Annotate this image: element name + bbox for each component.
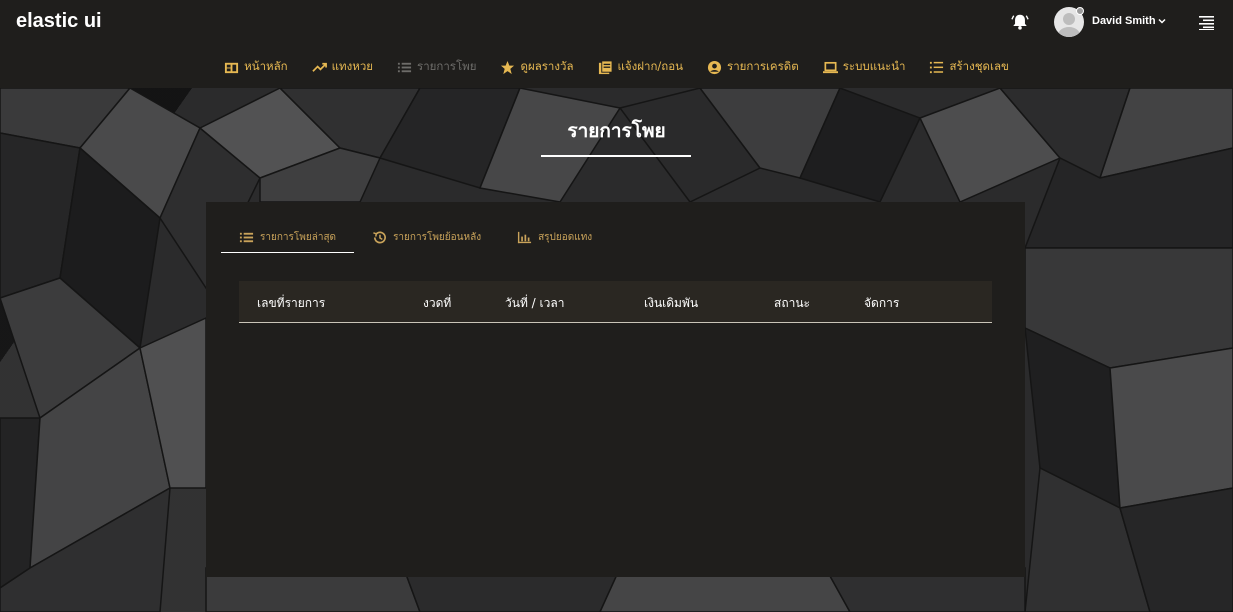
- nav-item-bet[interactable]: แทงหวย: [311, 58, 374, 76]
- table-header: เลขที่รายการ งวดที่ วันที่ / เวลา เงินเด…: [239, 281, 992, 323]
- column-header-actions[interactable]: จัดการ: [864, 294, 899, 313]
- book-icon: [598, 59, 613, 74]
- column-header-amount[interactable]: เงินเดิมพัน: [644, 294, 698, 313]
- list-numbered-icon: [930, 61, 944, 73]
- bet-list-panel: รายการโพยล่าสุด รายการโพยย้อนหลัง สรุปยอ…: [206, 202, 1025, 577]
- main-nav: หน้าหลัก แทงหวย รายการโพย ดูผลรางวัล แจ้…: [0, 46, 1233, 88]
- nav-label: รายการโพย: [417, 59, 477, 73]
- status-indicator: [1076, 7, 1084, 15]
- nav-item-number-set[interactable]: สร้างชุดเลข: [929, 58, 1009, 76]
- nav-label: ดูผลรางวัล: [520, 59, 574, 73]
- user-name[interactable]: David Smith: [1092, 15, 1156, 27]
- list-icon: [397, 62, 412, 72]
- page-title: รายการโพย: [567, 120, 666, 142]
- nav-label: สร้างชุดเลข: [949, 59, 1009, 73]
- tab-bar: รายการโพยล่าสุด รายการโพยย้อนหลัง สรุปยอ…: [221, 222, 610, 254]
- tab-label: สรุปยอดแทง: [538, 232, 593, 243]
- bar-chart-icon: [518, 231, 532, 244]
- trending-up-icon: [311, 62, 327, 72]
- column-header-round[interactable]: งวดที่: [423, 294, 451, 313]
- column-header-datetime[interactable]: วันที่ / เวลา: [505, 294, 564, 313]
- chevron-down-icon[interactable]: [1157, 16, 1167, 26]
- tab-history[interactable]: รายการโพยย้อนหลัง: [354, 222, 499, 253]
- user-circle-icon: [707, 60, 722, 74]
- tab-latest[interactable]: รายการโพยล่าสุด: [221, 222, 355, 253]
- home-icon: [225, 62, 239, 73]
- bell-icon[interactable]: [1011, 13, 1029, 31]
- history-icon: [373, 231, 386, 244]
- column-header-id[interactable]: เลขที่รายการ: [257, 294, 325, 313]
- nav-item-referral[interactable]: ระบบแนะนำ: [822, 58, 906, 76]
- nav-item-deposit-withdraw[interactable]: แจ้งฝาก/ถอน: [598, 58, 684, 76]
- tab-summary[interactable]: สรุปยอดแทง: [499, 222, 610, 253]
- brand-logo[interactable]: elastic ui: [16, 10, 102, 33]
- list-icon: [239, 232, 254, 242]
- tab-label: รายการโพยล่าสุด: [260, 231, 337, 243]
- nav-item-credit[interactable]: รายการเครดิต: [707, 58, 799, 76]
- title-underline: [541, 155, 691, 157]
- menu-icon[interactable]: [1199, 15, 1214, 30]
- nav-item-home[interactable]: หน้าหลัก: [224, 58, 288, 76]
- laptop-icon: [822, 61, 838, 73]
- nav-label: รายการเครดิต: [727, 59, 799, 73]
- column-header-status[interactable]: สถานะ: [774, 294, 810, 313]
- nav-label: หน้าหลัก: [244, 59, 288, 73]
- star-icon: [501, 60, 515, 74]
- nav-label: ระบบแนะนำ: [842, 59, 906, 73]
- nav-item-results[interactable]: ดูผลรางวัล: [500, 58, 574, 76]
- top-bar: elastic ui David Smith: [0, 0, 1233, 46]
- nav-label: แทงหวย: [331, 59, 374, 73]
- nav-label: แจ้งฝาก/ถอน: [617, 59, 684, 73]
- nav-item-bet-list[interactable]: รายการโพย: [397, 58, 476, 76]
- tab-label: รายการโพยย้อนหลัง: [393, 232, 482, 243]
